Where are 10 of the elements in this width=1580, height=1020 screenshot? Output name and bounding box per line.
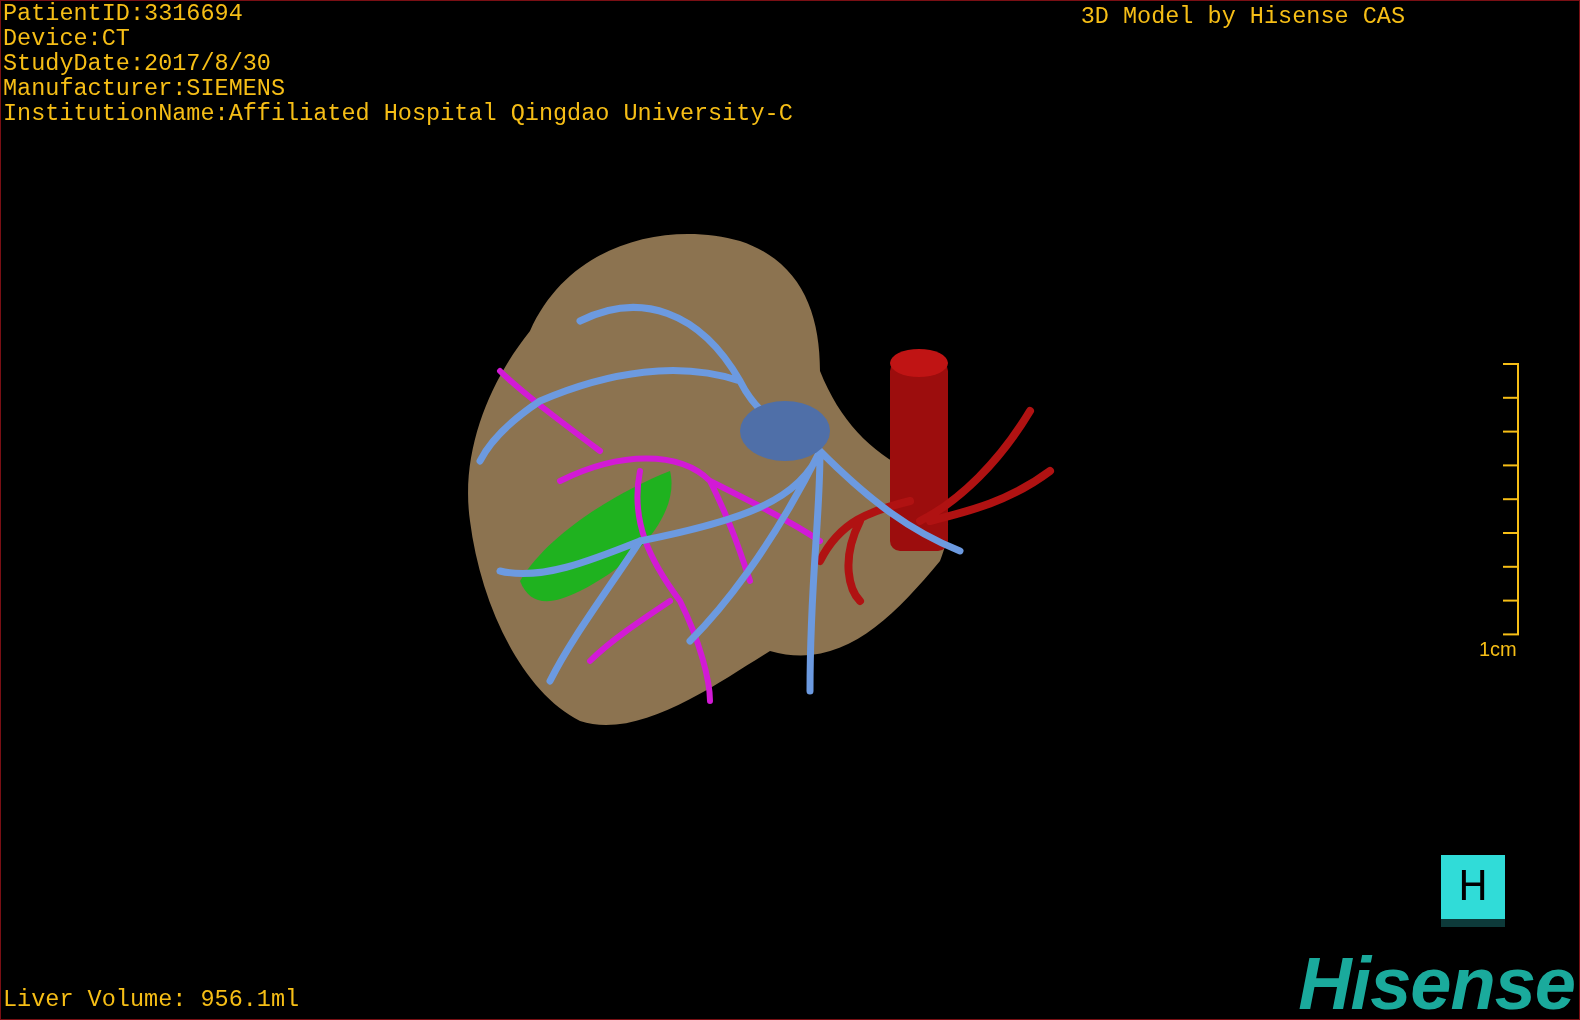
liver-volume-text: Liver Volume: 956.1ml <box>2 987 300 1015</box>
logo-text: Hisense <box>1298 951 1575 1017</box>
patient-info-text: InstitutionName:Affiliated Hospital Qingdao University-C <box>3 101 793 126</box>
patient-info-text: StudyDate:2017/8/30 <box>3 51 272 76</box>
header-title: 3D Model by Hisense CAS <box>1080 2 1405 32</box>
patient-info-text: Manufacturer:SIEMENS <box>3 76 287 101</box>
scale-label: 1cm <box>1479 637 1517 660</box>
patient-info-text: Device:CT <box>3 26 131 51</box>
orientation-cube[interactable]: H <box>1441 855 1505 927</box>
patient-info-text: PatientID:3316694 <box>3 1 244 26</box>
